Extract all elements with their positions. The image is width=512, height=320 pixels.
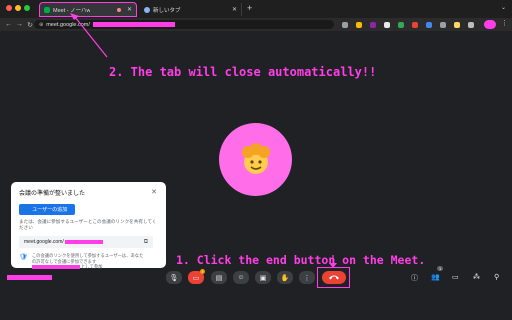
emoji-button[interactable]: ☺ — [233, 271, 249, 284]
security-note-tail: として参加 — [81, 264, 103, 269]
security-note: 🛡 この会議のリンクを使用して参加するユーザーは、あなたの許可なしで会議に参加で… — [19, 253, 158, 270]
person-emoji-icon — [241, 142, 270, 174]
activities-icon[interactable]: ⁂ — [473, 273, 480, 281]
dialog-title: 会議の準備が整いました — [19, 191, 86, 197]
meeting-link-box: meet.google.com/ ⧉ — [19, 236, 153, 248]
annotation-step-2: 2. The tab will close automatically!! — [109, 65, 377, 79]
raise-hand-button[interactable]: ✋ — [277, 271, 293, 284]
dialog-description: または、会議に参加するユーザーとこの会議のリンクを共有してください — [19, 219, 157, 230]
more-options-icon: ⋮ — [303, 274, 311, 282]
host-controls-icon[interactable]: ⚲ — [494, 273, 499, 281]
emoji-icon: ☺ — [237, 274, 245, 281]
mic-icon: 🎙 — [169, 274, 179, 282]
info-icon[interactable]: ⓘ — [411, 273, 418, 283]
microphone-button[interactable]: 🎙 — [166, 271, 182, 284]
raise-hand-icon: ✋ — [280, 274, 290, 282]
captions-icon: ▤ — [215, 274, 223, 282]
note-redaction — [31, 264, 80, 269]
participant-avatar — [219, 123, 292, 196]
more-options-button[interactable]: ⋮ — [299, 271, 315, 284]
copy-icon[interactable]: ⧉ — [144, 239, 148, 246]
close-icon[interactable]: ✕ — [151, 188, 157, 196]
person-add-icon: 👤 — [23, 206, 30, 213]
security-note-text: この会議のリンクを使用して参加するユーザーは、あなたの許可なしで会議に参加できま… — [31, 253, 144, 264]
meeting-code-redaction — [7, 275, 52, 280]
chat-icon[interactable]: ▭ — [452, 273, 459, 281]
captions-button[interactable]: ▤ — [211, 271, 227, 284]
meeting-ready-dialog: 会議の準備が整いました ✕ 👤 ユーザーの追加 または、会議に参加するユーザーと… — [11, 182, 166, 270]
present-button[interactable]: ▣ — [255, 271, 271, 284]
present-icon: ▣ — [259, 274, 267, 282]
camera-off-icon: ▭ — [192, 274, 200, 282]
end-call-button[interactable] — [321, 271, 346, 284]
shield-icon: 🛡 — [19, 254, 28, 261]
annotation-step-1: 1. Click the end button on the Meet. — [176, 253, 426, 267]
meeting-link-text: meet.google.com/ — [24, 239, 64, 245]
add-users-label: ユーザーの追加 — [32, 207, 68, 213]
phone-hangup-icon — [328, 275, 339, 280]
end-button-highlight — [317, 267, 350, 288]
add-users-button[interactable]: 👤 ユーザーの追加 — [19, 204, 75, 215]
people-icon[interactable]: 👥 — [431, 273, 440, 281]
link-redaction — [64, 240, 103, 244]
